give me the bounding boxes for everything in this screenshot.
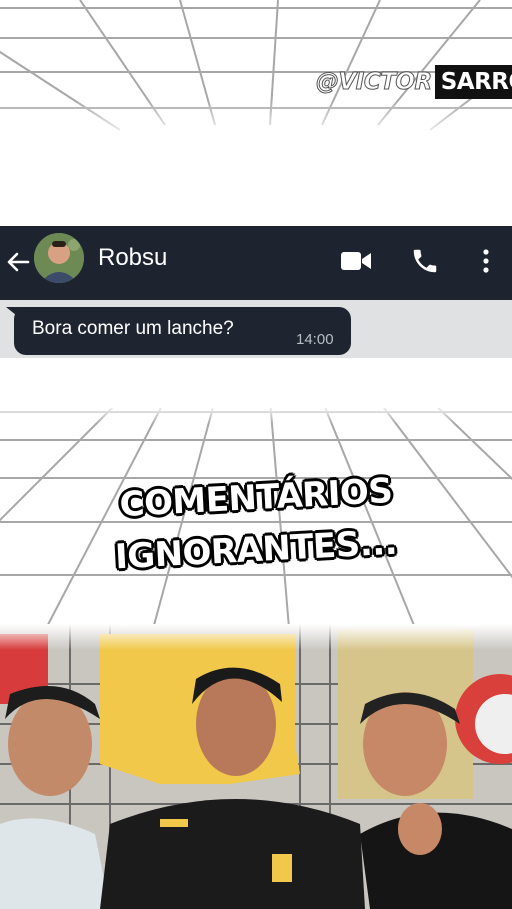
avatar-image bbox=[34, 233, 84, 283]
more-options-icon[interactable] bbox=[478, 247, 494, 275]
back-arrow-icon[interactable] bbox=[4, 248, 32, 276]
watermark: @VICTOR SARRO bbox=[313, 64, 512, 100]
contact-name[interactable]: Robsu bbox=[98, 244, 167, 272]
phone-icon[interactable] bbox=[410, 246, 440, 276]
watermark-name: SARRO bbox=[434, 65, 512, 99]
video-call-icon[interactable] bbox=[339, 249, 373, 273]
message-text: Bora comer um lanche? bbox=[32, 318, 234, 339]
watermark-handle: @VICTOR bbox=[316, 69, 433, 96]
video-frame-photo bbox=[0, 624, 512, 909]
avatar[interactable] bbox=[34, 233, 84, 283]
message-time: 14:00 bbox=[296, 331, 334, 348]
